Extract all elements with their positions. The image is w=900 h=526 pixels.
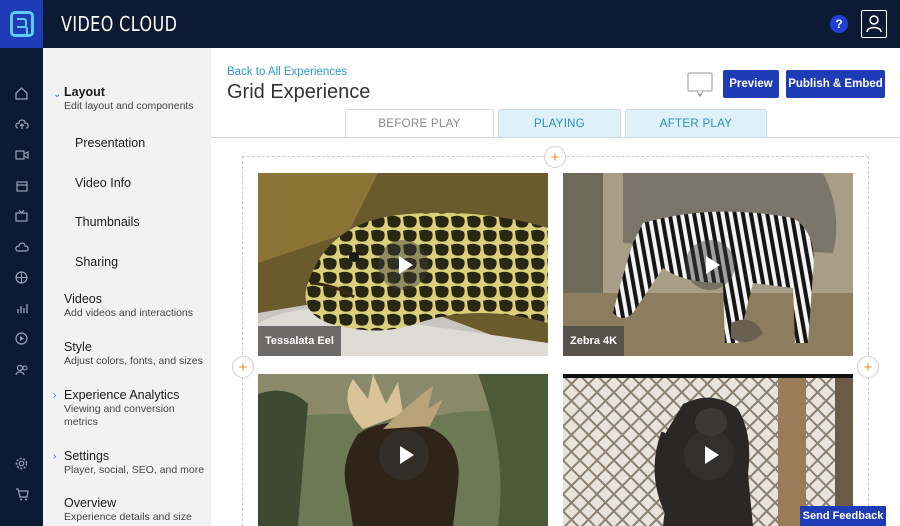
video-thumbnail-moose[interactable] — [258, 374, 548, 526]
users-icon[interactable] — [14, 362, 29, 377]
calendar-icon[interactable] — [14, 178, 29, 193]
upload-icon[interactable] — [14, 116, 29, 131]
video-thumbnail-eel[interactable]: Tessalata Eel — [258, 173, 548, 356]
brightcove-logo[interactable] — [0, 0, 43, 48]
play-button[interactable] — [378, 240, 428, 290]
sidebar-section-subtitle: Experience details and size — [64, 511, 192, 523]
experience-editor: Back to All Experiences Grid Experience … — [211, 48, 900, 526]
sidebar-section-subtitle: Viewing and conversion metrics — [64, 403, 175, 428]
play-button[interactable] — [379, 430, 429, 480]
sidebar-item-video-info[interactable]: Video Info — [75, 176, 131, 190]
sidebar-section-layout[interactable]: Layout Edit layout and components — [64, 85, 194, 113]
publish-embed-button[interactable]: Publish & Embed — [786, 70, 885, 98]
sidebar-section-title: Videos — [64, 292, 102, 306]
play-circle-icon[interactable] — [14, 331, 29, 346]
video-title-label: Zebra 4K — [563, 326, 625, 356]
sidebar-item-thumbnails[interactable]: Thumbnails — [75, 215, 140, 229]
sidebar-section-settings[interactable]: Settings Player, social, SEO, and more — [64, 449, 204, 477]
sidebar-section-videos[interactable]: Videos Add videos and interactions — [64, 292, 193, 320]
sidebar-section-style[interactable]: Style Adjust colors, fonts, and sizes — [64, 340, 203, 368]
comment-icon[interactable] — [687, 72, 713, 100]
sidebar-item-sharing[interactable]: Sharing — [75, 255, 118, 269]
cart-icon[interactable] — [14, 487, 29, 502]
sidebar-section-subtitle: Player, social, SEO, and more — [64, 464, 205, 476]
sidebar-section-title: Experience Analytics — [64, 388, 180, 402]
sidebar-item-presentation[interactable]: Presentation — [75, 136, 145, 150]
sidebar-section-overview[interactable]: Overview Experience details and size — [64, 496, 192, 524]
back-to-experiences-link[interactable]: Back to All Experiences — [227, 66, 347, 78]
tab-playing[interactable]: PLAYING — [498, 109, 621, 138]
top-bar: VIDEO CLOUD ? — [0, 0, 900, 48]
video-thumbnail-gorilla[interactable] — [563, 374, 853, 526]
gear-icon[interactable] — [14, 456, 29, 471]
video-camera-icon[interactable] — [14, 147, 29, 162]
sidebar-section-title: Overview — [64, 496, 117, 510]
sidebar-section-title: Style — [64, 340, 92, 354]
experience-settings-sidebar: ⌄ Layout Edit layout and components Pres… — [43, 48, 211, 526]
help-button[interactable]: ? — [830, 15, 848, 33]
tabs-divider — [211, 137, 900, 138]
play-button[interactable] — [685, 240, 735, 290]
sidebar-section-subtitle: Edit layout and components — [64, 100, 194, 112]
add-row-above-button[interactable]: + — [544, 146, 566, 168]
user-account-button[interactable] — [861, 10, 887, 38]
sidebar-section-subtitle: Add videos and interactions — [64, 307, 193, 319]
chevron-down-icon: ⌄ — [53, 89, 62, 100]
tab-after-play[interactable]: AFTER PLAY — [625, 109, 767, 138]
sidebar-section-experience-analytics[interactable]: Experience Analytics Viewing and convers… — [64, 388, 194, 429]
preview-button[interactable]: Preview — [723, 70, 779, 98]
page-title: Grid Experience — [227, 81, 371, 103]
play-button[interactable] — [684, 430, 734, 480]
send-feedback-button[interactable]: Send Feedback — [800, 506, 886, 526]
sidebar-section-subtitle: Adjust colors, fonts, and sizes — [64, 355, 203, 367]
sidebar-section-title: Settings — [64, 449, 110, 463]
module-rail — [0, 48, 43, 526]
video-title-label: Tessalata Eel — [258, 326, 341, 356]
home-icon[interactable] — [14, 86, 29, 101]
globe-icon[interactable] — [14, 270, 29, 285]
sidebar-section-title: Layout — [64, 85, 105, 99]
video-thumbnail-zebra[interactable]: Zebra 4K — [563, 173, 853, 356]
tv-icon[interactable] — [14, 208, 29, 223]
tab-before-play[interactable]: BEFORE PLAY — [345, 109, 494, 138]
user-icon — [866, 15, 882, 33]
add-column-right-button[interactable]: + — [857, 356, 879, 378]
chevron-right-icon: › — [53, 390, 57, 401]
add-column-left-button[interactable]: + — [232, 356, 254, 378]
analytics-icon[interactable] — [14, 301, 29, 316]
cloud-icon[interactable] — [14, 239, 29, 254]
chevron-right-icon: › — [53, 451, 57, 462]
app-title: VIDEO CLOUD — [61, 12, 178, 36]
